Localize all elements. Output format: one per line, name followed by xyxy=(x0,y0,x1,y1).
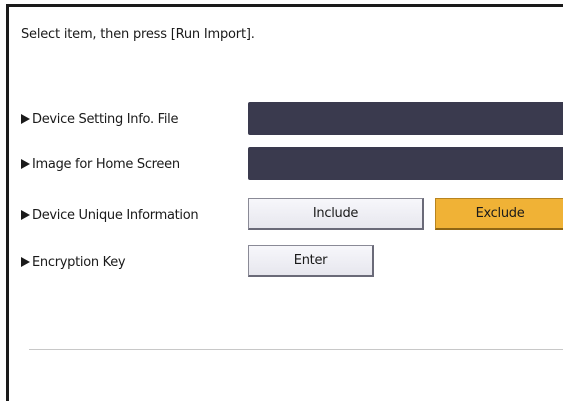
arrow-icon xyxy=(21,113,30,124)
import-panel: Select item, then press [Run Import]. De… xyxy=(6,4,563,401)
enter-button[interactable]: Enter xyxy=(248,245,374,277)
encryption-key-label: Encryption Key xyxy=(32,254,126,270)
row-label: Encryption Key xyxy=(21,255,249,270)
device-setting-info-file-label: Device Setting Info. File xyxy=(32,111,179,127)
arrow-icon xyxy=(21,256,30,267)
image-for-home-screen-label: Image for Home Screen xyxy=(32,156,180,172)
row-device-unique-information: Device Unique Information xyxy=(21,197,249,233)
row-device-setting-info-file: Device Setting Info. File xyxy=(21,101,249,137)
row-label: Device Setting Info. File xyxy=(21,112,249,127)
arrow-icon xyxy=(21,209,30,220)
include-button[interactable]: Include xyxy=(248,198,424,230)
row-label: Device Unique Information xyxy=(21,208,249,223)
exclude-button[interactable]: Exclude xyxy=(435,198,563,230)
row-encryption-key: Encryption Key xyxy=(21,244,249,280)
device-setting-info-file-field[interactable] xyxy=(248,102,563,135)
arrow-icon xyxy=(21,158,30,169)
divider xyxy=(29,349,563,350)
instruction-text: Select item, then press [Run Import]. xyxy=(21,27,255,42)
device-unique-information-label: Device Unique Information xyxy=(32,207,199,223)
image-for-home-screen-field[interactable] xyxy=(248,147,563,180)
row-image-for-home-screen: Image for Home Screen xyxy=(21,146,249,182)
row-label: Image for Home Screen xyxy=(21,157,249,172)
